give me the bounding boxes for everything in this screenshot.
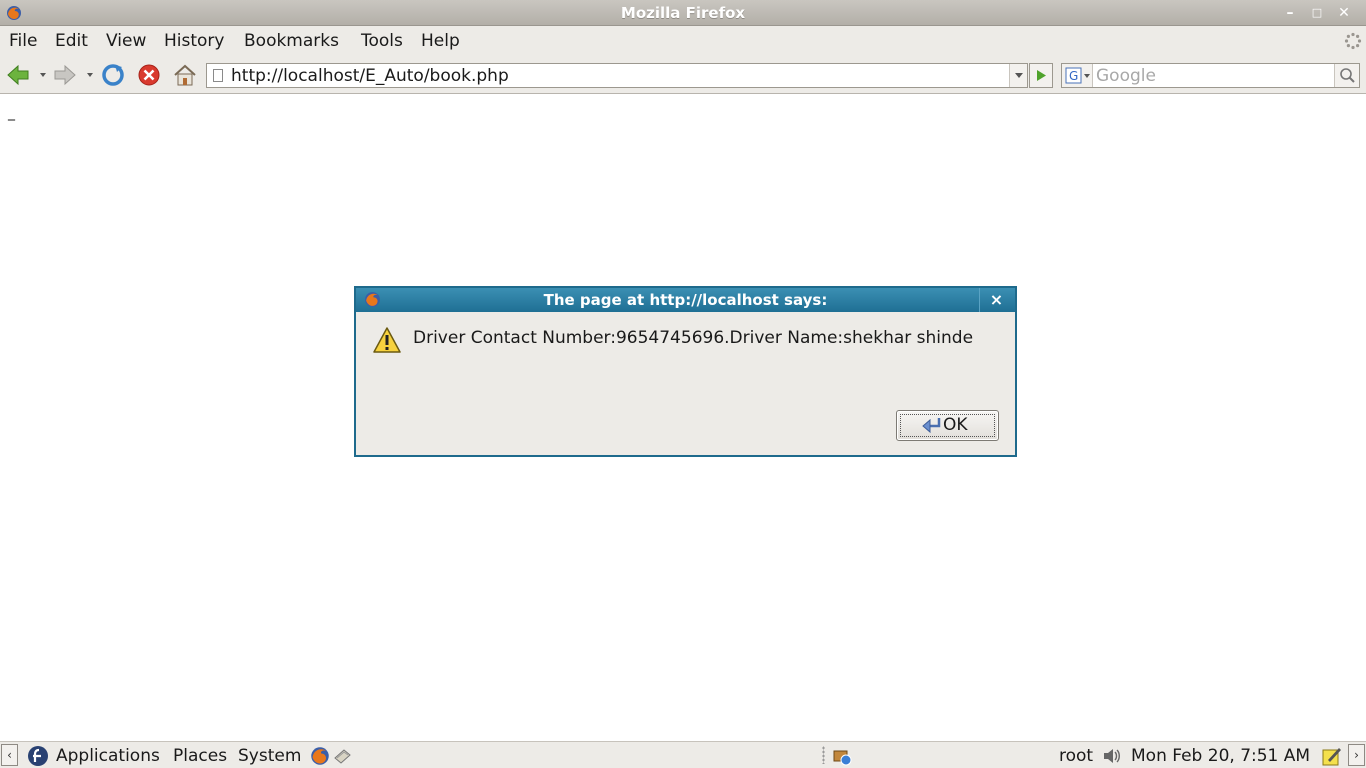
update-notifier-icon[interactable] [832,746,852,766]
magnifier-icon [1340,68,1355,83]
page-text: _ [8,105,15,121]
search-input[interactable] [1096,65,1334,86]
menu-history[interactable]: History [164,31,224,51]
search-button[interactable] [1334,64,1359,87]
minimize-icon[interactable]: – [1280,3,1300,23]
menu-view[interactable]: View [106,31,146,51]
notes-icon[interactable] [1322,746,1342,766]
navigation-toolbar: G [0,56,1366,94]
search-bar[interactable]: G [1061,63,1360,88]
applications-menu[interactable]: Applications [56,746,160,766]
window-title: Mozilla Firefox [620,4,746,22]
menu-bar: File Edit View History Bookmarks Tools H… [0,26,1366,56]
panel-scroll-right-icon[interactable]: › [1348,744,1365,766]
google-icon: G [1065,67,1090,84]
stop-icon[interactable] [137,64,161,86]
window-titlebar: Mozilla Firefox – □ ✕ [0,0,1366,26]
back-dropdown-icon[interactable] [40,73,46,77]
search-engine-selector[interactable]: G [1062,64,1093,87]
bottom-panel: ‹ Applications Places System root Mon Fe… [0,741,1366,768]
go-button[interactable] [1029,63,1053,88]
menu-tools[interactable]: Tools [361,31,403,51]
forward-arrow-icon[interactable] [53,64,77,86]
menu-edit[interactable]: Edit [55,31,88,51]
alert-dialog: The page at http://localhost says: × Dri… [354,286,1017,457]
menu-help[interactable]: Help [421,31,460,51]
dialog-title: The page at http://localhost says: [543,291,828,309]
user-name[interactable]: root [1059,746,1093,766]
maximize-icon[interactable]: □ [1307,3,1327,23]
warning-icon [373,327,401,353]
page-icon [213,69,223,82]
clock[interactable]: Mon Feb 20, 7:51 AM [1131,746,1310,766]
menu-file[interactable]: File [9,31,37,51]
mail-launcher-icon[interactable] [332,746,352,766]
ok-label: OK [943,415,968,435]
url-input[interactable] [231,65,1011,86]
ok-button[interactable]: OK [896,410,999,441]
forward-dropdown-icon[interactable] [87,73,93,77]
panel-scroll-left-icon[interactable]: ‹ [1,744,18,766]
dialog-message: Driver Contact Number:9654745696.Driver … [413,328,974,348]
enter-arrow-icon [922,418,941,434]
firefox-launcher-icon[interactable] [310,746,330,766]
reload-icon[interactable] [101,64,125,86]
places-menu[interactable]: Places [173,746,227,766]
back-arrow-icon[interactable] [6,64,30,86]
system-menu[interactable]: System [238,746,301,766]
svg-text:G: G [1069,69,1078,83]
menu-bookmarks[interactable]: Bookmarks [244,31,339,51]
panel-separator [822,746,825,764]
url-bar[interactable] [206,63,1028,88]
fedora-icon[interactable] [27,745,49,767]
home-icon[interactable] [173,64,197,86]
throbber-icon [1344,32,1362,50]
dialog-titlebar: The page at http://localhost says: × [356,288,1015,312]
volume-icon[interactable] [1102,746,1122,766]
url-history-dropdown-icon[interactable] [1009,64,1027,87]
close-window-icon[interactable]: ✕ [1334,3,1354,23]
dialog-close-icon[interactable]: × [979,288,1013,312]
go-arrow-icon [1037,70,1046,81]
